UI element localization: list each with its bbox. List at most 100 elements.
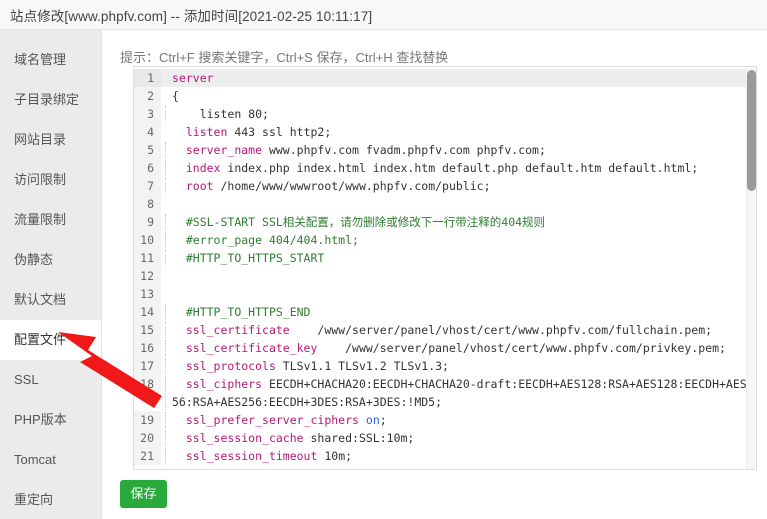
code-token: ssl_session_cache <box>186 431 304 445</box>
line-number: 2 <box>134 87 161 105</box>
code-token: index <box>186 161 221 175</box>
code-token: ; <box>380 413 387 427</box>
sidebar-nav: 域名管理子目录绑定网站目录访问限制流量限制伪静态默认文档配置文件 SSL PHP版本… <box>0 30 102 519</box>
window-header: 站点修改[www.phpfv.com] -- 添加时间[2021-02-25 1… <box>0 0 767 30</box>
line-number: 5 <box>134 141 161 159</box>
code-token <box>172 161 186 175</box>
code-token: www.phpfv.com fvadm.phpfv.com phpfv.com; <box>262 143 546 157</box>
code-line[interactable]: 10 #error_page 404/404.html; <box>134 231 756 249</box>
sidebar-item-label: SSL <box>14 372 39 387</box>
code-token: 443 ssl http2; <box>227 125 331 139</box>
sidebar-item-10[interactable]: Tomcat <box>0 440 101 480</box>
page-root: 站点修改[www.phpfv.com] -- 添加时间[2021-02-25 1… <box>0 0 767 519</box>
code-line[interactable]: 2{ <box>134 87 756 105</box>
code-text[interactable]: index index.php index.html index.htm def… <box>161 159 756 177</box>
code-token <box>172 449 186 463</box>
code-token: listen 80; <box>172 107 269 121</box>
code-token: ssl_certificate_key <box>186 341 318 355</box>
sidebar-item-8[interactable]: SSL <box>0 360 101 400</box>
code-line[interactable]: 20 ssl_session_cache shared:SSL:10m; <box>134 429 756 447</box>
sidebar-item-5[interactable]: 伪静态 <box>0 240 101 280</box>
code-text[interactable]: ssl_session_cache shared:SSL:10m; <box>161 429 756 447</box>
code-line[interactable]: 4 listen 443 ssl http2; <box>134 123 756 141</box>
code-text[interactable]: ssl_prefer_server_ciphers on; <box>161 411 756 429</box>
line-number: 7 <box>134 177 161 195</box>
line-number: 8 <box>134 195 161 213</box>
code-text[interactable]: ssl_certificate_key /www/server/panel/vh… <box>161 339 756 357</box>
sidebar-item-0[interactable]: 域名管理 <box>0 40 101 80</box>
code-line[interactable]: 12 <box>134 267 756 285</box>
code-line[interactable]: 7 root /home/www/wwwroot/www.phpfv.com/p… <box>134 177 756 195</box>
page-title: 站点修改[www.phpfv.com] -- 添加时间[2021-02-25 1… <box>0 5 372 25</box>
code-text[interactable]: ssl_ciphers EECDH+CHACHA20:EECDH+CHACHA2… <box>161 375 756 411</box>
code-line[interactable]: 6 index index.php index.html index.htm d… <box>134 159 756 177</box>
code-line[interactable]: 11 #HTTP_TO_HTTPS_START <box>134 249 756 267</box>
code-text[interactable]: listen 80; <box>161 105 756 123</box>
sidebar-item-7[interactable]: 配置文件 <box>0 320 101 360</box>
sidebar-item-3[interactable]: 访问限制 <box>0 160 101 200</box>
sidebar-item-11[interactable]: 重定向 <box>0 480 101 519</box>
code-text[interactable]: listen 443 ssl http2; <box>161 123 756 141</box>
code-text[interactable]: server_name www.phpfv.com fvadm.phpfv.co… <box>161 141 756 159</box>
line-number: 16 <box>134 339 161 357</box>
editor-scrollbar-thumb[interactable] <box>747 70 756 191</box>
sidebar-item-label: 访问限制 <box>14 172 66 187</box>
code-line[interactable]: 5 server_name www.phpfv.com fvadm.phpfv.… <box>134 141 756 159</box>
code-line[interactable]: 17 ssl_protocols TLSv1.1 TLSv1.2 TLSv1.3… <box>134 357 756 375</box>
sidebar-item-label: 域名管理 <box>14 52 66 67</box>
code-token: ssl_certificate <box>186 323 290 337</box>
config-file-editor[interactable]: 1server2{3 listen 80;4 listen 443 ssl ht… <box>133 66 757 470</box>
sidebar-item-1[interactable]: 子目录绑定 <box>0 80 101 120</box>
code-token: /home/www/wwwroot/www.phpfv.com/public; <box>214 179 491 193</box>
code-token: /www/server/panel/vhost/cert/www.phpfv.c… <box>290 323 712 337</box>
code-text[interactable]: root /home/www/wwwroot/www.phpfv.com/pub… <box>161 177 756 195</box>
sidebar-item-9[interactable]: PHP版本 <box>0 400 101 440</box>
code-token: server_name <box>186 143 262 157</box>
code-line[interactable]: 9 #SSL-START SSL相关配置，请勿删除或修改下一行带注释的404规则 <box>134 213 756 231</box>
code-line[interactable]: 8 <box>134 195 756 213</box>
sidebar-item-6[interactable]: 默认文档 <box>0 280 101 320</box>
line-number: 15 <box>134 321 161 339</box>
code-line[interactable]: 3 listen 80; <box>134 105 756 123</box>
code-token <box>172 377 186 391</box>
editor-scrollbar[interactable] <box>746 68 755 470</box>
sidebar-item-label: PHP版本 <box>14 412 67 427</box>
code-line[interactable]: 18 ssl_ciphers EECDH+CHACHA20:EECDH+CHAC… <box>134 375 756 411</box>
code-token <box>172 341 186 355</box>
sidebar-item-label: 子目录绑定 <box>14 92 79 107</box>
code-text[interactable]: server <box>161 69 756 87</box>
code-token: ssl_ciphers <box>186 377 262 391</box>
code-area[interactable]: 1server2{3 listen 80;4 listen 443 ssl ht… <box>134 67 756 465</box>
code-text[interactable]: { <box>161 87 756 105</box>
code-token <box>172 143 186 157</box>
sidebar-item-2[interactable]: 网站目录 <box>0 120 101 160</box>
code-text[interactable]: ssl_session_timeout 10m; <box>161 447 756 465</box>
code-line[interactable]: 1server <box>134 69 756 87</box>
code-token: root <box>186 179 214 193</box>
code-text[interactable]: #HTTP_TO_HTTPS_START <box>161 249 756 267</box>
main-content: 提示：Ctrl+F 搜索关键字，Ctrl+S 保存，Ctrl+H 查找替换 1s… <box>103 30 767 519</box>
code-token <box>172 359 186 373</box>
sidebar-item-4[interactable]: 流量限制 <box>0 200 101 240</box>
code-text[interactable]: #error_page 404/404.html; <box>161 231 756 249</box>
code-token: shared:SSL:10m; <box>304 431 415 445</box>
code-token: index.php index.html index.htm default.p… <box>220 161 698 175</box>
code-line[interactable]: 19 ssl_prefer_server_ciphers on; <box>134 411 756 429</box>
code-line[interactable]: 14 #HTTP_TO_HTTPS_END <box>134 303 756 321</box>
code-text[interactable]: #HTTP_TO_HTTPS_END <box>161 303 756 321</box>
line-number: 9 <box>134 213 161 231</box>
code-token: TLSv1.1 TLSv1.2 TLSv1.3; <box>276 359 449 373</box>
code-text[interactable]: ssl_protocols TLSv1.1 TLSv1.2 TLSv1.3; <box>161 357 756 375</box>
code-line[interactable]: 21 ssl_session_timeout 10m; <box>134 447 756 465</box>
line-number: 14 <box>134 303 161 321</box>
code-token: { <box>172 89 179 103</box>
code-line[interactable]: 13 <box>134 285 756 303</box>
line-number: 13 <box>134 285 161 303</box>
code-text[interactable]: ssl_certificate /www/server/panel/vhost/… <box>161 321 756 339</box>
code-line[interactable]: 16 ssl_certificate_key /www/server/panel… <box>134 339 756 357</box>
code-token: ssl_session_timeout <box>186 449 318 463</box>
save-button[interactable]: 保存 <box>120 480 167 508</box>
code-text[interactable]: #SSL-START SSL相关配置，请勿删除或修改下一行带注释的404规则 <box>161 213 756 231</box>
code-line[interactable]: 15 ssl_certificate /www/server/panel/vho… <box>134 321 756 339</box>
line-number: 20 <box>134 429 161 447</box>
